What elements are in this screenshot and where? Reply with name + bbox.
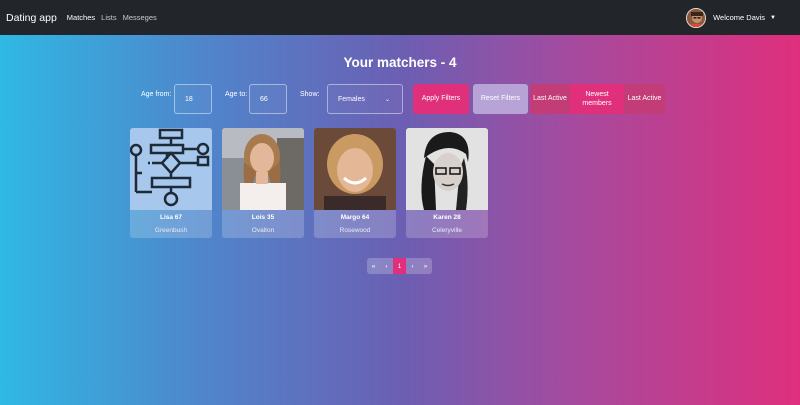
- member-name: Lisa 67: [159, 214, 183, 221]
- member-city: Rosewood: [339, 227, 371, 234]
- member-photo: [130, 128, 212, 210]
- member-name: Lois 35: [251, 214, 275, 221]
- chevron-down-icon: ⌄: [384, 96, 390, 103]
- apply-filters-button[interactable]: Apply Filters: [413, 84, 469, 114]
- gender-select-value: Females: [338, 95, 365, 103]
- show-label: Show:: [300, 91, 320, 98]
- age-to-input[interactable]: 66: [249, 84, 287, 114]
- reset-filters-button[interactable]: Reset Filters: [473, 84, 528, 114]
- age-to-label: Age to:: [225, 91, 248, 98]
- member-card[interactable]: Margo 64 Rosewood: [314, 128, 396, 238]
- pagination-page-1[interactable]: 1: [393, 258, 406, 274]
- pagination-next-button[interactable]: ›: [406, 258, 419, 274]
- member-name: Karen 28: [433, 214, 461, 221]
- nav-link-messages[interactable]: Messeges: [123, 13, 157, 22]
- nav-link-lists[interactable]: Lists: [101, 13, 116, 22]
- page-title: Your matchers - 4: [343, 55, 457, 70]
- pagination-last-button[interactable]: »: [419, 258, 432, 274]
- gender-select[interactable]: Females ⌄: [327, 84, 403, 114]
- member-card[interactable]: Lois 35 Ovalton: [222, 128, 304, 238]
- user-menu[interactable]: Welcome Davis ▼: [686, 7, 776, 28]
- member-city: Greenbush: [154, 227, 188, 234]
- sort-newest-members-button[interactable]: Newest members: [570, 84, 624, 114]
- sort-last-active-button-2[interactable]: Last Active: [624, 84, 665, 114]
- member-photo: [314, 128, 396, 210]
- navbar: Dating app Matches Lists Messeges Welcom…: [0, 0, 800, 35]
- chevron-down-icon[interactable]: ▼: [770, 15, 776, 21]
- brand-link[interactable]: Dating app: [6, 12, 57, 24]
- member-city: Ovalton: [251, 227, 275, 234]
- sort-last-active-button[interactable]: Last Active: [530, 84, 570, 114]
- member-photo: [222, 128, 304, 210]
- age-from-label: Age from:: [141, 91, 172, 98]
- pagination: « ‹ 1 › »: [367, 258, 432, 274]
- nav-link-matches[interactable]: Matches: [67, 13, 95, 22]
- avatar: [686, 7, 707, 28]
- age-from-input[interactable]: 18: [174, 84, 212, 114]
- pagination-first-button[interactable]: «: [367, 258, 380, 274]
- member-name: Margo 64: [340, 214, 370, 221]
- member-photo: [406, 128, 488, 210]
- pagination-prev-button[interactable]: ‹: [380, 258, 393, 274]
- welcome-text: Welcome Davis: [713, 13, 766, 22]
- member-card[interactable]: Lisa 67 Greenbush: [130, 128, 212, 238]
- member-card[interactable]: Karen 28 Celeryville: [406, 128, 488, 238]
- member-city: Celeryville: [432, 227, 462, 234]
